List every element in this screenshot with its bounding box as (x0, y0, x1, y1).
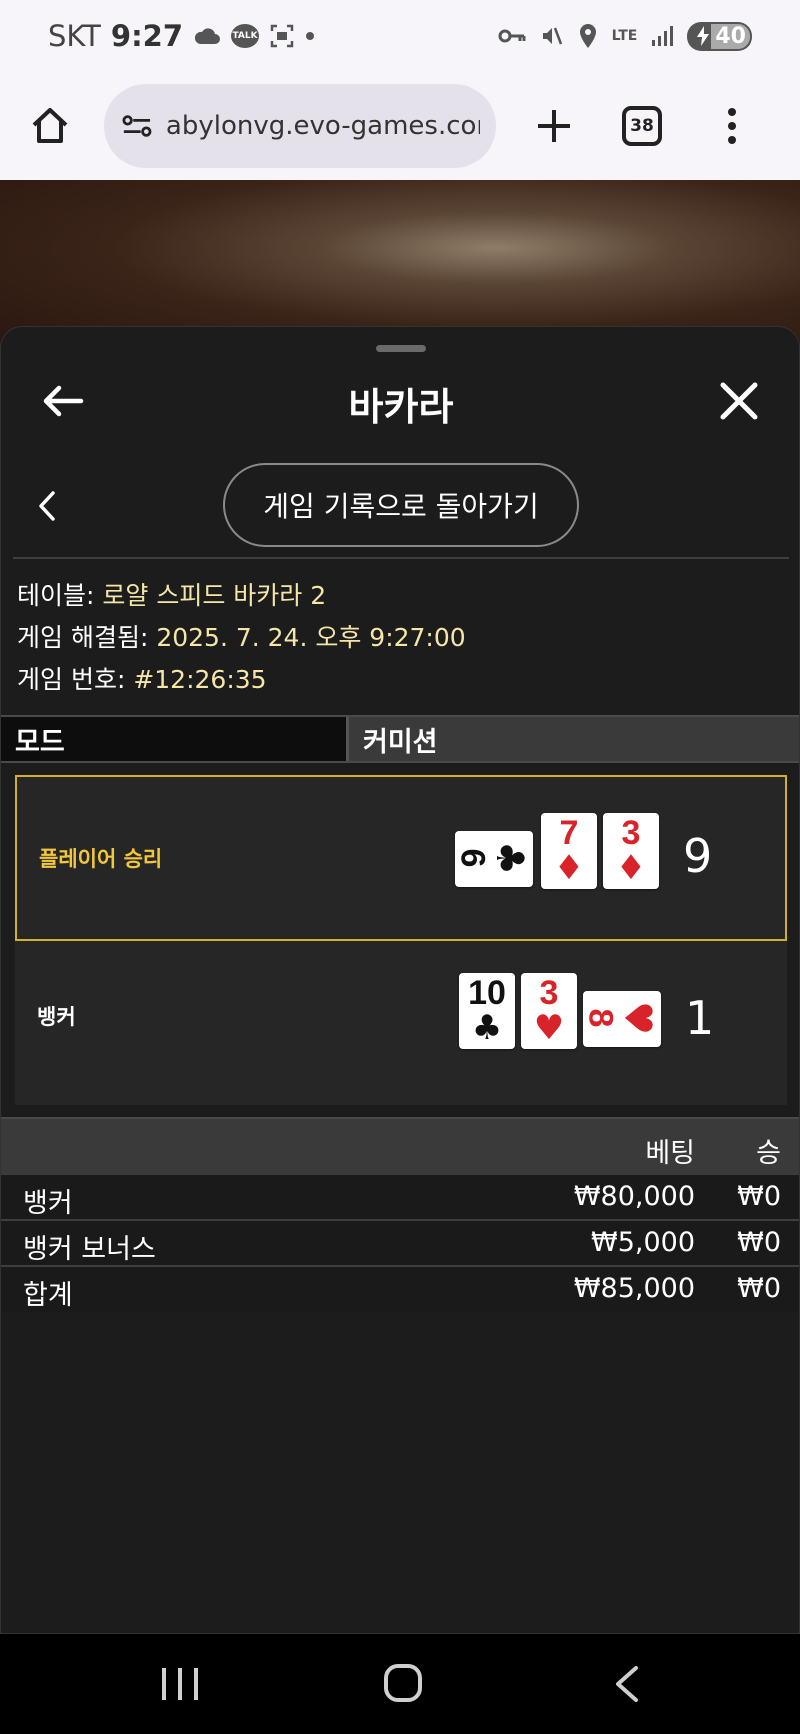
game-info: 테이블: 로얄 스피드 바카라 2 게임 해결됨: 2025. 7. 24. 오… (17, 575, 466, 701)
commission-label: 커미션 (349, 717, 799, 761)
player-score: 9 (683, 829, 713, 883)
close-icon[interactable] (717, 379, 761, 423)
system-back-icon[interactable] (612, 1664, 642, 1704)
game-video-background (0, 180, 800, 350)
card-rank: 7 (559, 814, 579, 852)
browser-toolbar: abylonvg.evo-games.com 38 (0, 72, 800, 180)
win-column-header: 승 (756, 1138, 781, 1169)
resolved-info: 게임 해결됨: 2025. 7. 24. 오후 9:27:00 (17, 617, 466, 659)
total-label: 합계 (23, 1280, 73, 1311)
bet-win: ₩0 (737, 1227, 781, 1258)
player-result-label: 플레이어 승리 (39, 847, 163, 871)
card-suit-icon: ♣ (488, 840, 533, 876)
game-number-label: 게임 번호: (17, 665, 126, 694)
divider (13, 557, 789, 559)
chevron-left-icon[interactable] (35, 489, 59, 523)
browser-menu-button[interactable] (712, 98, 752, 154)
system-home-button[interactable] (384, 1664, 422, 1702)
vpn-key-icon (498, 28, 526, 44)
carrier-label: SKT (48, 19, 101, 53)
lte-icon: LTE (611, 28, 638, 44)
resolved-label: 게임 해결됨: (17, 623, 149, 652)
bet-name: 뱅커 (23, 1188, 73, 1219)
bet-row: 뱅커 ₩80,000 ₩0 (1, 1175, 799, 1221)
card-suit-icon: ♦ (615, 848, 647, 888)
player-card: 7 ♦ (541, 813, 597, 889)
back-to-history-button[interactable]: 게임 기록으로 돌아가기 (223, 463, 579, 547)
table-info: 테이블: 로얄 스피드 바카라 2 (17, 575, 466, 617)
system-nav-bar (0, 1634, 800, 1734)
recent-bar-icon (194, 1668, 198, 1700)
card-suit-icon: ♥ (616, 1000, 661, 1036)
banker-card: 10 ♣ (459, 973, 515, 1049)
card-suit-icon: ♦ (553, 848, 585, 888)
banker-card: 8 ♥ (581, 991, 661, 1047)
dot-icon (305, 31, 315, 41)
player-card: 6 ♣ (453, 831, 533, 887)
bet-row: 뱅커 보너스 ₩5,000 ₩0 (1, 1221, 799, 1267)
clock: 9:27 (110, 19, 184, 53)
sheet-drag-handle[interactable] (376, 345, 426, 352)
game-number-info: 게임 번호: #12:26:35 (17, 659, 466, 701)
screenshot-icon (269, 23, 295, 49)
url-text: abylonvg.evo-games.com (165, 111, 480, 141)
total-win: ₩0 (737, 1273, 781, 1304)
player-card: 3 ♦ (603, 813, 659, 889)
mute-icon (540, 24, 564, 48)
signal-icon (651, 25, 674, 47)
card-suit-icon: ♥ (533, 1008, 565, 1048)
resolved-value: 2025. 7. 24. 오후 9:27:00 (156, 623, 466, 652)
table-value: 로얄 스피드 바카라 2 (102, 581, 327, 610)
game-history-sheet: 바카라 게임 기록으로 돌아가기 테이블: 로얄 스피드 바카라 2 게임 해결… (0, 326, 800, 1634)
sheet-header: 바카라 (1, 363, 799, 443)
player-result-row: 플레이어 승리 6 ♣ 7 ♦ 3 ♦ 9 (15, 775, 787, 941)
bet-name: 뱅커 보너스 (23, 1234, 156, 1265)
game-number-value: #12:26:35 (133, 665, 267, 694)
bet-table-header: 베팅 승 (1, 1117, 799, 1175)
battery-level: 40 (711, 23, 750, 49)
bet-amount: ₩5,000 (591, 1227, 695, 1258)
sheet-title: 바카라 (348, 384, 454, 429)
card-rank: 10 (468, 974, 506, 1012)
menu-dot-icon (728, 122, 736, 130)
total-amount: ₩85,000 (573, 1273, 695, 1304)
back-arrow-icon[interactable] (41, 379, 85, 423)
tab-switcher-button[interactable]: 38 (622, 106, 662, 146)
address-bar[interactable]: abylonvg.evo-games.com (104, 84, 496, 168)
recent-apps-button[interactable] (162, 1668, 198, 1700)
banker-result-label: 뱅커 (37, 1005, 76, 1029)
banker-card: 3 ♥ (521, 973, 577, 1049)
bet-total-row: 합계 ₩85,000 ₩0 (1, 1267, 799, 1313)
bet-amount: ₩80,000 (573, 1181, 695, 1212)
kakaotalk-icon: TALK (231, 24, 260, 48)
mode-row: 모드 커미션 (1, 715, 799, 763)
menu-dot-icon (728, 108, 736, 116)
cloud-icon (193, 26, 221, 46)
new-tab-button[interactable] (526, 98, 582, 154)
card-rank: 3 (621, 814, 641, 852)
recent-bar-icon (178, 1668, 182, 1700)
bet-table: 베팅 승 뱅커 ₩80,000 ₩0 뱅커 보너스 ₩5,000 ₩0 합계 ₩… (1, 1117, 799, 1313)
bet-win: ₩0 (737, 1181, 781, 1212)
card-rank: 3 (539, 974, 559, 1012)
banker-result-row: 뱅커 10 ♣ 3 ♥ 8 ♥ 1 (15, 941, 787, 1105)
location-icon (578, 23, 598, 49)
plus-icon (538, 110, 570, 142)
home-button[interactable] (22, 98, 78, 154)
bet-column-header: 베팅 (645, 1138, 695, 1169)
card-suit-icon: ♣ (471, 1008, 503, 1048)
site-settings-icon (122, 115, 152, 137)
table-label: 테이블: (17, 581, 95, 610)
history-nav: 게임 기록으로 돌아가기 (1, 463, 799, 549)
battery-charging-icon: 40 (687, 21, 752, 51)
recent-bar-icon (162, 1668, 166, 1700)
banker-score: 1 (685, 991, 715, 1045)
round-results: 플레이어 승리 6 ♣ 7 ♦ 3 ♦ 9 뱅커 10 ♣ 3 ♥ 8 ♥ 1 (15, 775, 787, 1105)
mode-label: 모드 (1, 717, 349, 761)
status-bar: SKT 9:27 TALK LTE 40 (0, 0, 800, 72)
menu-dot-icon (728, 136, 736, 144)
home-icon (32, 108, 68, 143)
